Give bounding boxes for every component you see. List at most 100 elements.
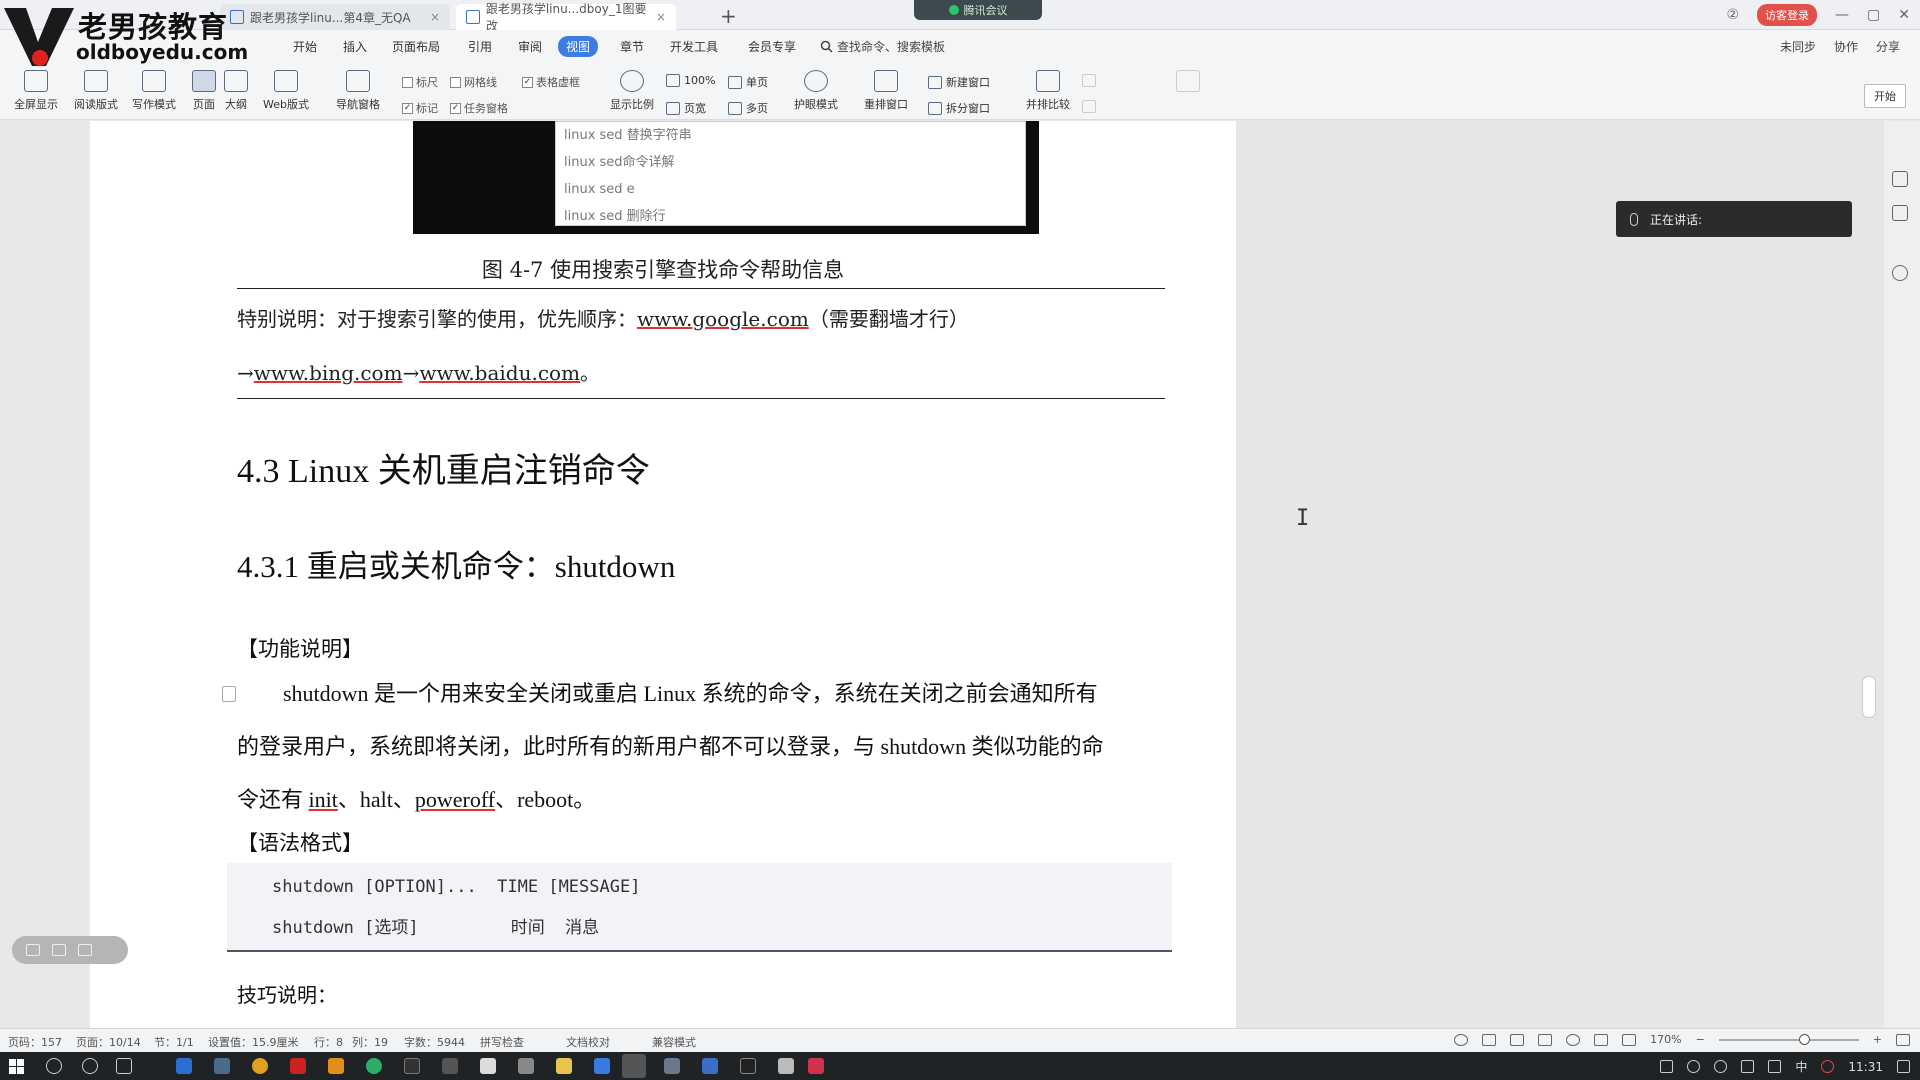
menu-references[interactable]: 引用: [460, 36, 500, 57]
share-button[interactable]: 分享: [1876, 38, 1900, 55]
app-icon[interactable]: [404, 1058, 420, 1074]
tray-icon[interactable]: [1821, 1060, 1835, 1073]
windows-start-icon[interactable]: [9, 1059, 24, 1074]
menu-developer[interactable]: 开发工具: [662, 36, 726, 57]
multi-page-button[interactable]: 多页: [728, 100, 768, 116]
start-button[interactable]: 开始: [1864, 84, 1906, 108]
scrollbar-thumb[interactable]: [1862, 676, 1876, 718]
rearrange-window-button[interactable]: 重排窗口: [858, 70, 914, 112]
wechat-icon[interactable]: [366, 1058, 382, 1074]
wps-writer-icon[interactable]: [702, 1058, 718, 1074]
menu-chapter[interactable]: 章节: [612, 36, 652, 57]
new-window-button[interactable]: 新建窗口: [928, 74, 990, 90]
maximize-button[interactable]: ▢: [1867, 7, 1880, 23]
vertical-scrollbar[interactable]: [1862, 121, 1874, 1028]
folder-icon[interactable]: [556, 1058, 572, 1074]
menu-review[interactable]: 审阅: [510, 36, 550, 57]
menu-member[interactable]: 会员专享: [740, 36, 804, 57]
active-app-icon[interactable]: [622, 1054, 646, 1078]
spell-check-toggle[interactable]: 拼写检查: [480, 1034, 524, 1050]
writing-mode-button[interactable]: 写作模式: [126, 70, 182, 112]
zoom-in-button[interactable]: +: [1873, 1033, 1882, 1046]
collaborate-button[interactable]: 协作: [1834, 38, 1858, 55]
link-baidu[interactable]: www.baidu.com: [419, 361, 580, 385]
task-pane-checkbox[interactable]: ✓ 任务窗格: [450, 100, 508, 116]
split-window-button[interactable]: 拆分窗口: [928, 100, 990, 116]
tray-icon[interactable]: [1687, 1060, 1701, 1073]
app-icon[interactable]: [518, 1058, 534, 1074]
paragraph-handle-icon[interactable]: [222, 686, 236, 702]
side-by-side-button[interactable]: 并排比较: [1020, 70, 1076, 112]
status-word-count[interactable]: 字数：5944: [404, 1034, 465, 1050]
markup-checkbox[interactable]: ✓ 标记: [402, 100, 438, 116]
menu-insert[interactable]: 插入: [335, 36, 375, 57]
zoom-slider[interactable]: [1718, 1033, 1859, 1045]
network-icon[interactable]: [1741, 1060, 1755, 1073]
app-icon[interactable]: [442, 1058, 458, 1074]
app-icon[interactable]: [176, 1058, 192, 1074]
app-icon[interactable]: [664, 1058, 680, 1074]
doc-proof-button[interactable]: 文档校对: [566, 1034, 610, 1050]
web-view-button[interactable]: Web版式: [258, 70, 314, 112]
display-ratio-button[interactable]: 显示比例: [604, 70, 660, 112]
fullscreen-button[interactable]: 全屏显示: [8, 70, 64, 112]
sync-button[interactable]: 未同步: [1780, 38, 1816, 55]
help-icon[interactable]: [1892, 265, 1908, 281]
tool-icon[interactable]: [26, 944, 40, 956]
page-width-button[interactable]: 页宽: [666, 100, 706, 116]
tray-icon[interactable]: [1660, 1060, 1674, 1073]
xmind-icon[interactable]: [808, 1058, 824, 1074]
tray-icon[interactable]: [1714, 1060, 1728, 1073]
nav-pane-button[interactable]: 导航窗格: [330, 70, 386, 112]
page-view-icon[interactable]: [1482, 1033, 1497, 1046]
document-page[interactable]: linux sed 替换字符串 linux sed命令详解 linux sed …: [90, 121, 1236, 1028]
zoom-out-button[interactable]: −: [1696, 1033, 1705, 1046]
close-window-button[interactable]: ✕: [1898, 7, 1910, 23]
floating-toolbar[interactable]: [12, 936, 128, 964]
eye-mode-icon[interactable]: [1454, 1033, 1469, 1046]
zoom-100-button[interactable]: 100%: [666, 74, 715, 87]
ime-indicator[interactable]: 中: [1795, 1058, 1807, 1075]
notification-icon[interactable]: [1897, 1060, 1910, 1073]
tab-close-icon[interactable]: ×: [430, 10, 440, 24]
terminal-icon[interactable]: [740, 1058, 756, 1074]
app-icon[interactable]: [594, 1058, 610, 1074]
task-view-icon[interactable]: [116, 1058, 132, 1074]
tool-icon[interactable]: [78, 944, 92, 956]
tab-document-2[interactable]: 跟老男孩学linu...dboy_1图要改 ×: [456, 2, 676, 33]
app-icon[interactable]: [480, 1058, 496, 1074]
link-bing[interactable]: www.bing.com: [254, 361, 403, 385]
tool-icon[interactable]: [52, 944, 66, 956]
app-icon[interactable]: [778, 1058, 794, 1074]
meeting-status-badge[interactable]: 腾讯会议: [914, 0, 1042, 20]
menu-start[interactable]: 开始: [285, 36, 325, 57]
tab-close-icon[interactable]: ×: [656, 10, 666, 24]
edit-icon[interactable]: [1892, 171, 1908, 187]
select-icon[interactable]: [1892, 205, 1908, 221]
search-icon[interactable]: [46, 1058, 62, 1074]
write-mode-icon[interactable]: [1594, 1033, 1609, 1046]
volume-icon[interactable]: [1768, 1060, 1782, 1073]
chrome-icon[interactable]: [252, 1058, 268, 1074]
minimize-button[interactable]: —: [1835, 7, 1849, 23]
read-view-icon[interactable]: [1538, 1033, 1553, 1046]
status-pages[interactable]: 页面：10/14: [76, 1034, 141, 1050]
zoom-level[interactable]: 170%: [1650, 1033, 1681, 1046]
new-tab-button[interactable]: +: [720, 4, 737, 28]
app-icon[interactable]: [328, 1058, 344, 1074]
command-search[interactable]: 查找命令、搜索模板: [820, 38, 945, 55]
ruler-checkbox[interactable]: 标尺: [402, 74, 438, 90]
clock[interactable]: 11:31: [1848, 1060, 1883, 1074]
tab-document-1[interactable]: 跟老男孩学linu...第4章_无QA ×: [220, 4, 450, 30]
table-frame-checkbox[interactable]: ✓ 表格虚框: [522, 74, 580, 90]
eye-mode-button[interactable]: 护眼模式: [788, 70, 844, 112]
menu-view[interactable]: 视图: [558, 36, 599, 57]
single-page-button[interactable]: 单页: [728, 74, 768, 90]
web-view-icon[interactable]: [1566, 1033, 1581, 1046]
link-google[interactable]: www.google.com: [637, 307, 809, 331]
fullscreen-icon[interactable]: [1896, 1033, 1910, 1046]
zoom-slider-knob[interactable]: [1798, 1033, 1810, 1045]
app-icon[interactable]: [214, 1058, 230, 1074]
outline-view-icon[interactable]: [1510, 1033, 1525, 1046]
login-button[interactable]: 访客登录: [1757, 4, 1818, 26]
